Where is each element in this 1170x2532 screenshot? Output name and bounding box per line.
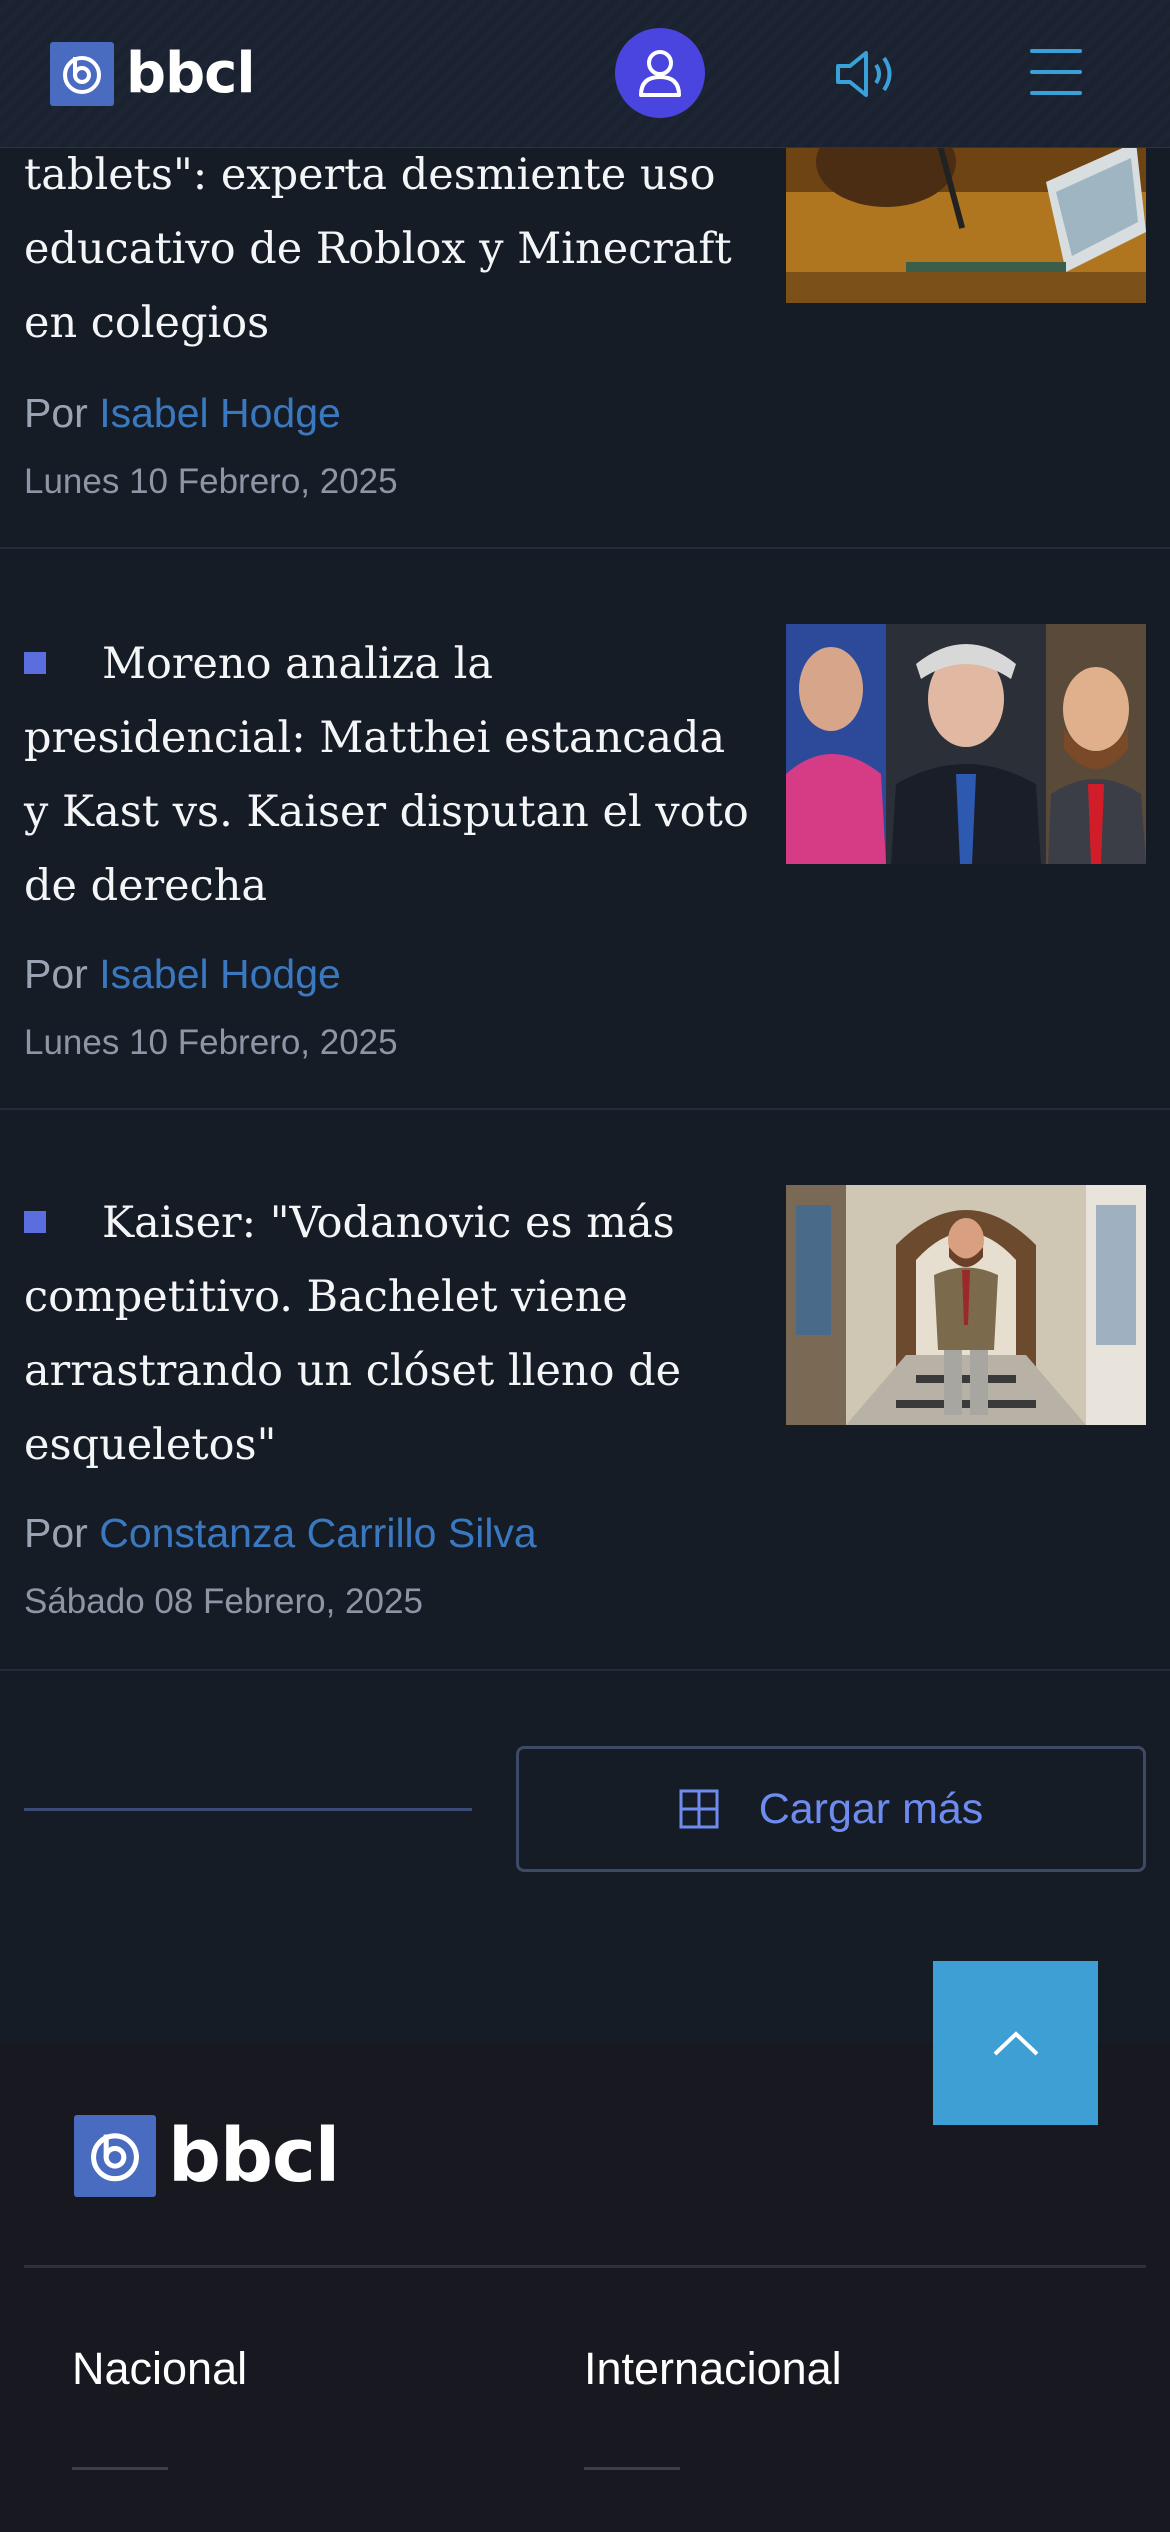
- audio-button[interactable]: [830, 45, 904, 103]
- author-link[interactable]: Isabel Hodge: [99, 951, 341, 997]
- article-thumbnail[interactable]: [786, 122, 1146, 303]
- footer-section-rule: [72, 2467, 168, 2470]
- footer-section-nacional[interactable]: Nacional: [72, 2343, 247, 2395]
- hamburger-line: [1030, 91, 1082, 95]
- bullet-marker-icon: [24, 652, 46, 674]
- bullet-marker-icon: [24, 1211, 46, 1233]
- footer-logo[interactable]: bbcl: [74, 2113, 340, 2199]
- article-title[interactable]: Kaiser: "Vodanovic es más competitivo. B…: [24, 1186, 754, 1482]
- article-byline: Por Isabel Hodge: [24, 949, 341, 999]
- hamburger-line: [1030, 70, 1082, 74]
- article-date: Sábado 08 Febrero, 2025: [24, 1582, 423, 1621]
- author-link[interactable]: Isabel Hodge: [99, 390, 341, 436]
- article-title-text[interactable]: Moreno analiza la presidencial: Matthei …: [24, 639, 749, 911]
- load-more-divider: [24, 1808, 472, 1811]
- speaker-icon: [836, 51, 892, 97]
- load-more-button[interactable]: Cargar más: [516, 1746, 1146, 1872]
- byline-prefix: Por: [24, 1510, 88, 1556]
- hamburger-menu-button[interactable]: [1026, 45, 1086, 99]
- byline-prefix: Por: [24, 951, 88, 997]
- article-title[interactable]: tablets": experta desmiente uso educativ…: [24, 138, 754, 360]
- footer-section-rule: [584, 2467, 680, 2470]
- plus-square-icon: [679, 1789, 719, 1829]
- footer-section-internacional[interactable]: Internacional: [584, 2343, 842, 2395]
- article-title[interactable]: Moreno analiza la presidencial: Matthei …: [24, 627, 754, 923]
- top-navigation-bar: bbcl: [0, 0, 1170, 148]
- user-icon: [639, 50, 681, 97]
- news-list-item[interactable]: Moreno analiza la presidencial: Matthei …: [0, 549, 1170, 1110]
- footer-logo-text: bbcl: [168, 2113, 340, 2199]
- byline-prefix: Por: [24, 390, 88, 436]
- logo-mark-icon: [74, 2115, 156, 2197]
- article-thumbnail[interactable]: [786, 1185, 1146, 1425]
- hamburger-icon: [1030, 49, 1082, 53]
- author-link[interactable]: Constanza Carrillo Silva: [99, 1510, 537, 1556]
- footer-divider: [24, 2265, 1146, 2268]
- chevron-up-icon: [993, 2031, 1038, 2056]
- load-more-label: Cargar más: [758, 1784, 984, 1833]
- article-date: Lunes 10 Febrero, 2025: [24, 1023, 398, 1062]
- user-account-button[interactable]: [615, 28, 705, 118]
- article-date: Lunes 10 Febrero, 2025: [24, 462, 398, 501]
- logo-text: bbcl: [126, 41, 256, 106]
- article-thumbnail[interactable]: [786, 624, 1146, 864]
- article-byline: Por Isabel Hodge: [24, 388, 341, 438]
- news-list-item[interactable]: Kaiser: "Vodanovic es más competitivo. B…: [0, 1110, 1170, 1671]
- article-title-text[interactable]: Kaiser: "Vodanovic es más competitivo. B…: [24, 1198, 681, 1470]
- back-to-top-button[interactable]: [933, 1961, 1098, 2125]
- article-byline: Por Constanza Carrillo Silva: [24, 1508, 537, 1558]
- logo-mark-icon: [50, 42, 114, 106]
- site-logo[interactable]: bbcl: [50, 41, 256, 106]
